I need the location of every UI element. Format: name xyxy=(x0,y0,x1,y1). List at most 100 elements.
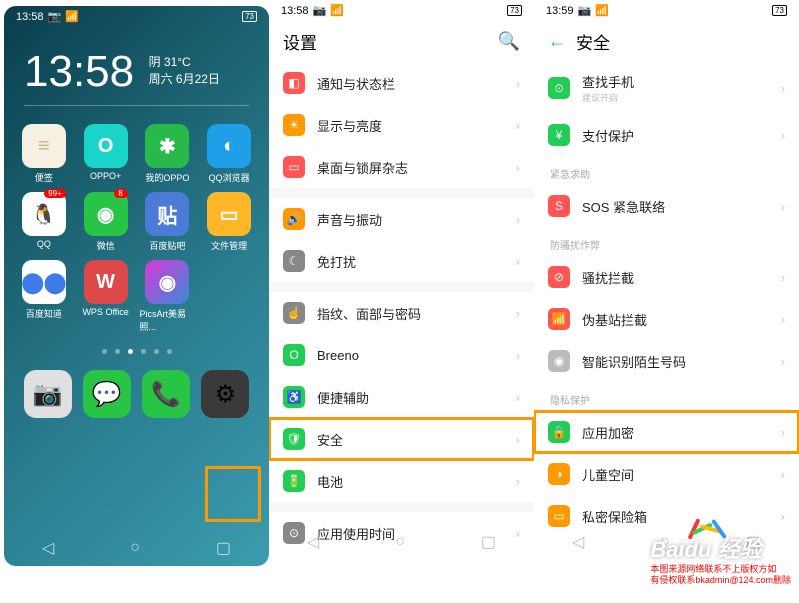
settings-item[interactable]: ◧通知与状态栏› xyxy=(269,62,534,104)
nav-back-icon[interactable]: ◁ xyxy=(307,532,319,552)
item-label: 显示与亮度 xyxy=(317,116,516,135)
app-label: OPPO+ xyxy=(90,171,121,181)
item-label: Breeno xyxy=(317,348,516,363)
app-icon[interactable]: ⬤⬤百度知道 xyxy=(16,260,72,333)
item-label: 儿童空间 xyxy=(582,465,781,484)
wifi-icon: 📶 xyxy=(330,4,344,17)
nav-recent-icon[interactable]: ▢ xyxy=(216,538,231,558)
weather-text: 阴 31°C xyxy=(149,55,191,69)
nav-home-icon[interactable]: ○ xyxy=(130,539,140,557)
item-sublabel: 建议开启 xyxy=(582,91,781,104)
item-label: 安全 xyxy=(317,430,516,449)
dock-phone[interactable]: 📞 xyxy=(142,370,190,418)
app-glyph-icon: O xyxy=(84,124,128,168)
status-time: 13:59 xyxy=(546,5,574,17)
nav-back-icon[interactable]: ◁ xyxy=(572,532,584,552)
item-label: 便捷辅助 xyxy=(317,388,516,407)
settings-item[interactable]: 🔒应用加密› xyxy=(534,411,799,453)
chevron-right-icon: › xyxy=(516,348,520,363)
settings-item[interactable]: ♿ 便捷辅助› xyxy=(269,376,534,418)
app-glyph-icon: ▭ xyxy=(207,192,251,236)
app-icon[interactable]: ◉ 微信 8 xyxy=(78,192,134,252)
app-label: 便签 xyxy=(35,171,53,184)
item-label: 智能识别陌生号码 xyxy=(582,352,781,371)
settings-item[interactable]: ☾免打扰› xyxy=(269,240,534,282)
page-indicator[interactable] xyxy=(4,333,269,370)
chevron-right-icon: › xyxy=(516,254,520,269)
chevron-right-icon: › xyxy=(781,199,785,214)
dock: 📷💬📞⚙ xyxy=(4,370,269,438)
chevron-right-icon: › xyxy=(516,390,520,405)
settings-screen: 13:58 📷 📶 73 设置 🔍 ◧通知与状态栏›☀显示与亮度›▭桌面与锁屏杂… xyxy=(269,0,534,560)
app-icon[interactable]: ✱我的OPPO xyxy=(140,124,196,184)
watermark-line1: 本图来源网络联系不上版权方如 xyxy=(650,564,791,576)
item-label: 伪基站拦截 xyxy=(582,310,781,329)
app-icon[interactable]: O OPPO+ xyxy=(78,124,134,184)
chevron-right-icon: › xyxy=(516,432,520,447)
dock-messages[interactable]: 💬 xyxy=(83,370,131,418)
settings-item[interactable]: ☀显示与亮度› xyxy=(269,104,534,146)
app-icon[interactable]: ≡ 便签 xyxy=(16,124,72,184)
app-icon[interactable]: ◉PicsArt美易照... xyxy=(140,260,196,333)
item-label: 电池 xyxy=(317,472,516,491)
settings-item[interactable]: ◉智能识别陌生号码› xyxy=(534,340,799,382)
status-bar: 13:58 📷 📶 73 xyxy=(4,6,269,27)
dock-settings[interactable]: ⚙ xyxy=(201,370,249,418)
app-icon[interactable]: 贴百度贴吧 xyxy=(140,192,196,252)
security-screen: 13:59 📷 📶 73 ← 安全 ⊙查找手机建议开启›¥支付保护›紧急求助SS… xyxy=(534,0,799,560)
item-icon: S xyxy=(548,195,570,217)
nav-home-icon[interactable]: ○ xyxy=(395,533,405,551)
settings-item[interactable]: SSOS 紧急联络› xyxy=(534,185,799,227)
item-icon: ☀ xyxy=(283,114,305,136)
status-time: 13:58 xyxy=(16,11,44,23)
item-icon: 🔋 xyxy=(283,470,305,492)
settings-item[interactable]: 🔋电池› xyxy=(269,460,534,502)
settings-list: ◧通知与状态栏›☀显示与亮度›▭桌面与锁屏杂志›🔊声音与振动›☾免打扰›☝指纹、… xyxy=(269,62,534,560)
section-header: 紧急求助 xyxy=(534,156,799,185)
badge: 8 xyxy=(114,189,128,198)
settings-item[interactable]: ☝指纹、面部与密码› xyxy=(269,292,534,334)
dock-camera[interactable]: 📷 xyxy=(24,370,72,418)
app-glyph-icon: ◉ xyxy=(84,192,128,236)
security-header: ← 安全 xyxy=(534,21,799,62)
app-icon[interactable]: 🐧QQ99+ xyxy=(16,192,72,252)
app-label: QQ浏览器 xyxy=(209,171,250,184)
chevron-right-icon: › xyxy=(516,160,520,175)
item-icon: 📶 xyxy=(548,308,570,330)
item-icon: ♿ xyxy=(283,386,305,408)
app-label: 我的OPPO xyxy=(145,171,189,184)
settings-item[interactable]: 🔊声音与振动› xyxy=(269,198,534,240)
status-bar: 13:58 📷 📶 73 xyxy=(269,0,534,21)
settings-item[interactable]: ◑儿童空间› xyxy=(534,453,799,495)
clock-widget[interactable]: 13:58 阴 31°C周六 6月22日 xyxy=(4,27,269,124)
nav-recent-icon[interactable]: ▢ xyxy=(481,532,496,552)
item-icon: O xyxy=(283,344,305,366)
settings-item[interactable]: ▭桌面与锁屏杂志› xyxy=(269,146,534,188)
settings-item[interactable]: 📶伪基站拦截› xyxy=(534,298,799,340)
app-label: 百度贴吧 xyxy=(149,239,185,252)
app-glyph-icon: ≡ xyxy=(22,124,66,168)
settings-item[interactable]: ⊙查找手机建议开启› xyxy=(534,62,799,114)
item-label: 骚扰拦截 xyxy=(582,268,781,287)
settings-item[interactable]: ¥支付保护› xyxy=(534,114,799,156)
settings-item[interactable]: ⊘骚扰拦截› xyxy=(534,256,799,298)
app-glyph-icon: W xyxy=(84,260,128,304)
nav-back-icon[interactable]: ◁ xyxy=(42,538,54,558)
app-label: 微信 xyxy=(97,239,115,252)
item-label: 应用加密 xyxy=(582,423,781,442)
app-label: QQ xyxy=(37,239,51,249)
app-grid: ≡ 便签 O OPPO+ ✱我的OPPO◐QQ浏览器 🐧QQ99+ ◉ 微信 8 贴百度贴吧▭文件… xyxy=(4,124,269,333)
back-arrow-icon[interactable]: ← xyxy=(548,31,566,52)
settings-item[interactable]: O Breeno› xyxy=(269,334,534,376)
search-icon[interactable]: 🔍 xyxy=(498,31,520,52)
app-icon[interactable]: ▭文件管理 xyxy=(201,192,257,252)
app-icon[interactable]: WWPS Office xyxy=(78,260,134,333)
item-icon: ⊘ xyxy=(548,266,570,288)
item-icon: ⊙ xyxy=(548,77,570,99)
chevron-right-icon: › xyxy=(781,467,785,482)
app-icon[interactable]: ◐QQ浏览器 xyxy=(201,124,257,184)
page-title: 安全 xyxy=(576,29,785,54)
camera-indicator-icon: 📷 xyxy=(578,4,592,17)
settings-item[interactable]: 🛡安全› xyxy=(269,418,534,460)
nav-bar: ◁ ○ ▢ xyxy=(269,524,534,560)
